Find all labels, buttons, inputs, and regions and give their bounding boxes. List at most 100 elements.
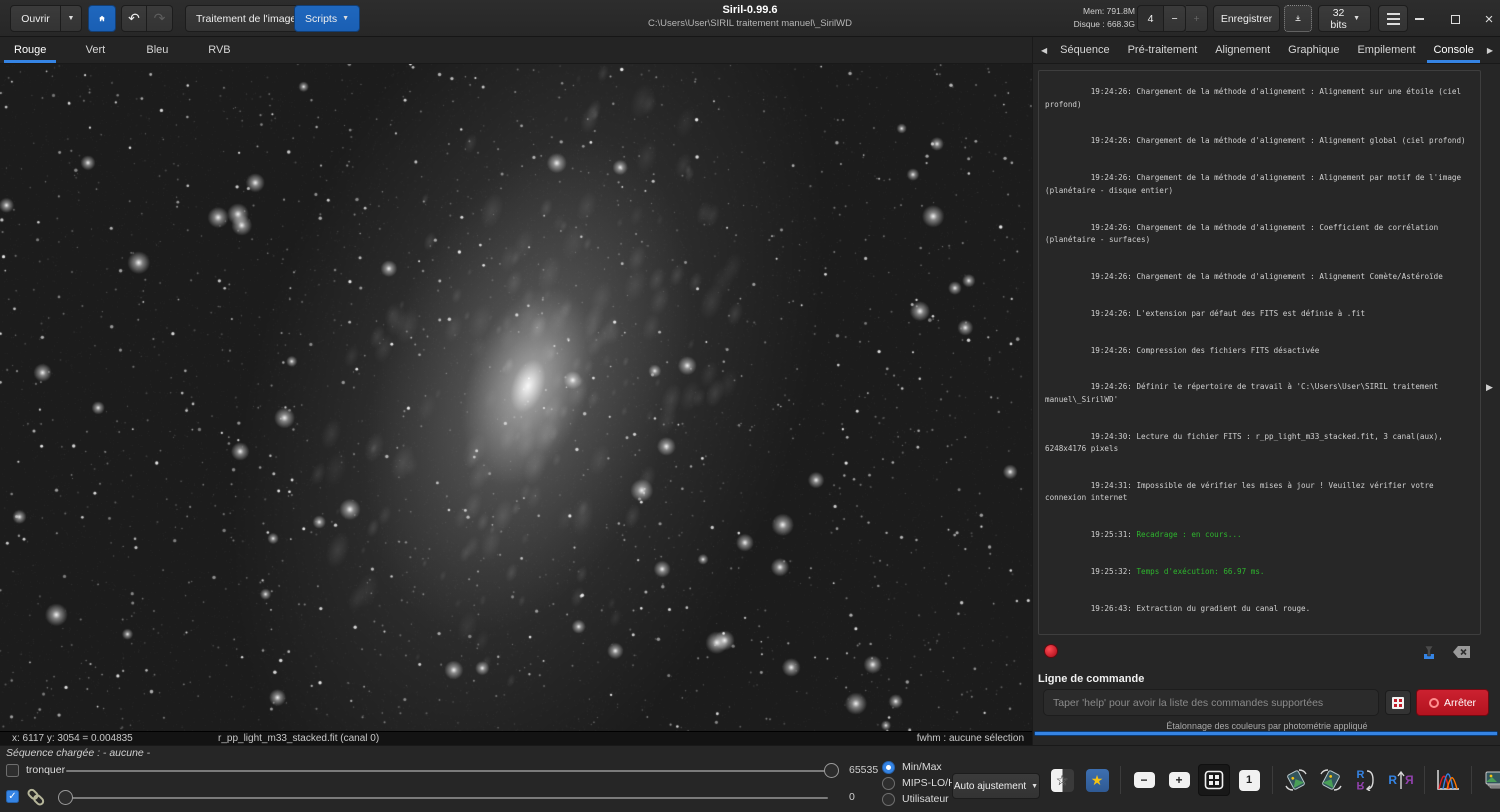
galaxy-image[interactable] xyxy=(0,64,1032,731)
export-log-button[interactable] xyxy=(1418,642,1440,662)
truncate-label: tronquer xyxy=(26,764,65,776)
command-list-button[interactable] xyxy=(1385,690,1411,715)
channel-tab[interactable]: Bleu xyxy=(134,37,180,63)
high-slider-track[interactable] xyxy=(66,770,828,772)
fit-to-window-icon xyxy=(1204,770,1224,790)
toolbar-separator xyxy=(1120,766,1121,794)
main-menu-button[interactable] xyxy=(1378,5,1408,32)
panel-tab-label: Séquence xyxy=(1060,44,1110,56)
open-button[interactable]: Ouvrir xyxy=(10,5,61,32)
command-line-label: Ligne de commande xyxy=(1038,673,1144,685)
console-line: 19:24:26: Compression des fichiers FITS … xyxy=(1045,332,1466,369)
console-line: 19:26:44: Extraction du gradient du cana… xyxy=(1045,627,1466,635)
record-indicator-icon xyxy=(1044,644,1058,658)
histogram-button[interactable] xyxy=(1432,764,1464,796)
save-label: Enregistrer xyxy=(1221,13,1272,25)
window-title: Siril-0.99.6 xyxy=(450,4,1050,16)
window-title-area: Siril-0.99.6 C:\Users\User\SIRIL traitem… xyxy=(450,4,1050,29)
high-slider-handle[interactable] xyxy=(824,763,839,778)
link-channels-checkbox[interactable]: ✓ xyxy=(6,790,19,803)
scripts-label: Scripts xyxy=(305,13,337,25)
star-detection-button[interactable]: ★ xyxy=(1081,764,1113,796)
display-toolbar: ☆ ★ − + 1 xyxy=(1046,760,1500,800)
save-button[interactable]: Enregistrer xyxy=(1213,5,1280,32)
fit-to-window-button[interactable] xyxy=(1198,764,1230,796)
toolbar-separator xyxy=(1424,766,1425,794)
channel-tab[interactable]: RVB xyxy=(196,37,242,63)
minimize-button[interactable] xyxy=(1406,8,1432,30)
display-mode-option[interactable]: Utilisateur xyxy=(882,791,959,807)
fwhm-status: fwhm : aucune sélection xyxy=(917,733,1024,744)
console-line: 19:25:32: Temps d'exécution: 66.97 ms. xyxy=(1045,554,1466,591)
tabs-scroll-right-icon[interactable]: ▶ xyxy=(1483,37,1497,63)
console-message: Extraction du gradient du canal rouge. xyxy=(1136,604,1310,613)
save-as-button[interactable] xyxy=(1284,5,1312,32)
memory-label: Mem: 791.8M xyxy=(1074,5,1135,18)
panel-tab[interactable]: Séquence xyxy=(1054,37,1116,63)
plus-icon: + xyxy=(1193,13,1199,25)
zoom-out-button[interactable]: − xyxy=(1128,764,1160,796)
panel-tab[interactable]: Empilement xyxy=(1351,37,1421,63)
open-label: Ouvrir xyxy=(21,13,50,25)
auto-adjust-dropdown[interactable]: Auto ajustement ▼ xyxy=(952,773,1040,799)
zoom-increment-button[interactable]: + xyxy=(1186,5,1208,32)
rotate-cw-button[interactable] xyxy=(1315,764,1347,796)
channel-tab[interactable]: Vert xyxy=(72,37,118,63)
low-slider-handle[interactable] xyxy=(58,790,73,805)
panel-tab[interactable]: Graphique xyxy=(1282,37,1345,63)
channel-tab[interactable]: Rouge xyxy=(4,37,56,63)
panel-tab-label: Graphique xyxy=(1288,44,1339,56)
clear-console-button[interactable] xyxy=(1451,642,1473,662)
console-message: Recadrage : en cours... xyxy=(1136,530,1241,539)
console-line: 19:24:26: Chargement de la méthode d'ali… xyxy=(1045,258,1466,295)
undo-button[interactable]: ↶ xyxy=(121,5,147,32)
zoom-one-to-one-button[interactable]: 1 xyxy=(1233,764,1265,796)
close-button[interactable]: × xyxy=(1476,8,1500,30)
console-timestamp: 19:26:43: xyxy=(1091,604,1132,613)
display-mode-option[interactable]: MIPS-LO/HI xyxy=(882,775,959,791)
link-channels-icon xyxy=(25,788,47,806)
hamburger-menu-icon xyxy=(1387,13,1400,25)
bit-depth-dropdown[interactable]: 32 bits ▼ xyxy=(1318,5,1371,32)
radio-selected-icon xyxy=(882,761,895,774)
command-input[interactable] xyxy=(1043,689,1379,716)
truncate-checkbox[interactable] xyxy=(6,764,19,777)
open-dropdown-button[interactable]: ▼ xyxy=(61,5,82,32)
flip-horizontal-button[interactable]: R R xyxy=(1385,764,1417,796)
display-mode-option[interactable]: Min/Max xyxy=(882,759,959,775)
siril-window: Ouvrir ▼ ↶ ↷ Traitement de l'image ▼ Scr… xyxy=(0,0,1500,812)
rotate-ccw-icon xyxy=(1284,768,1308,792)
chevron-down-icon: ▼ xyxy=(68,15,75,22)
zoom-decrement-button[interactable]: − xyxy=(1164,5,1186,32)
star-mask-toggle-button[interactable]: ☆ xyxy=(1046,764,1078,796)
redo-button[interactable]: ↷ xyxy=(147,5,173,32)
panel-tab[interactable]: Console xyxy=(1427,37,1479,63)
display-mode-radios: Min/Max MIPS-LO/HI Utilisateur xyxy=(882,759,959,807)
zoom-in-button[interactable]: + xyxy=(1163,764,1195,796)
auto-adjust-label: Auto ajustement xyxy=(954,781,1026,792)
minus-icon: − xyxy=(1171,13,1177,25)
star-detection-icon: ★ xyxy=(1086,769,1109,792)
console-log[interactable]: 19:24:26: Chargement de la méthode d'ali… xyxy=(1038,70,1481,635)
console-line: 19:24:26: Chargement de la méthode d'ali… xyxy=(1045,209,1466,258)
chevron-down-icon: ▼ xyxy=(1353,15,1360,22)
rotate-ccw-button[interactable] xyxy=(1280,764,1312,796)
image-list-button[interactable] xyxy=(1479,764,1500,796)
panel-tab[interactable]: Alignement xyxy=(1209,37,1276,63)
scripts-menu-button[interactable]: Scripts ▼ xyxy=(294,5,360,32)
maximize-button[interactable] xyxy=(1442,8,1468,30)
low-slider-track[interactable] xyxy=(62,797,828,799)
console-line: 19:25:31: Recadrage : en cours... xyxy=(1045,517,1466,554)
tabs-scroll-left-icon[interactable]: ◀ xyxy=(1037,37,1051,63)
home-button[interactable] xyxy=(88,5,116,32)
stop-button[interactable]: Arrêter xyxy=(1416,689,1489,716)
star-mask-icon: ☆ xyxy=(1051,769,1074,792)
console-timestamp: 19:24:31: xyxy=(1091,481,1132,490)
panel-tab[interactable]: Pré-traitement xyxy=(1122,37,1204,63)
flip-vertical-button[interactable]: R R xyxy=(1350,764,1382,796)
pane-collapse-arrow-icon[interactable]: ▶ xyxy=(1486,382,1493,393)
console-message: Temps d'exécution: 66.97 ms. xyxy=(1136,567,1264,576)
image-display-area[interactable] xyxy=(0,64,1032,731)
console-timestamp: 19:24:26: xyxy=(1091,382,1132,391)
zoom-value-box[interactable]: 4 xyxy=(1137,5,1164,32)
